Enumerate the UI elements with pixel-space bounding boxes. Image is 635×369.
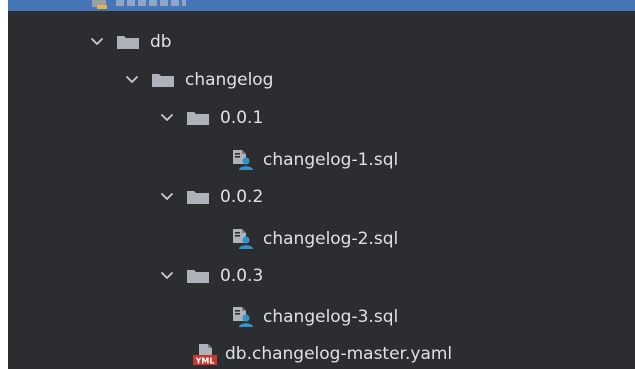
tree-node-label: changelog [185, 70, 274, 90]
partial-folder-icon [92, 0, 107, 9]
folder-icon [187, 191, 209, 204]
tree-node-0-0-2[interactable]: 0.0.2 [158, 182, 263, 212]
tree-node-changelog-1-sql[interactable]: changelog-1.sql [231, 145, 398, 175]
sql-file-icon [233, 229, 253, 249]
folder-icon [187, 270, 209, 283]
chevron-down-icon[interactable] [123, 71, 141, 89]
tree-node-changelog[interactable]: changelog [123, 65, 273, 95]
tree-node-0-0-1[interactable]: 0.0.1 [158, 103, 263, 133]
tree-node-changelog-master-yaml[interactable]: YML db.changelog-master.yaml [193, 339, 452, 369]
tree-node-label: changelog-2.sql [263, 229, 399, 249]
tree-node-label: 0.0.3 [220, 266, 264, 286]
tree-node-0-0-3[interactable]: 0.0.3 [158, 261, 263, 291]
yaml-badge-text: YML [195, 357, 215, 366]
folder-icon [187, 112, 209, 125]
tree-node-label: 0.0.1 [220, 108, 264, 128]
tree-node-changelog-3-sql[interactable]: changelog-3.sql [231, 302, 398, 332]
sql-file-icon [233, 150, 253, 170]
chevron-down-icon[interactable] [158, 188, 176, 206]
tree-node-label: changelog-3.sql [263, 307, 399, 327]
folder-icon [117, 36, 139, 49]
selected-row-strip[interactable] [8, 0, 635, 11]
yaml-file-icon: YML [193, 344, 217, 366]
tree-node-changelog-2-sql[interactable]: changelog-2.sql [231, 224, 398, 254]
tree-node-label: changelog-1.sql [263, 150, 399, 170]
sql-file-icon [233, 307, 253, 327]
project-tree-panel: db changelog 0.0.1 changelog-1.sql 0.0.2… [8, 0, 635, 369]
tree-node-label: 0.0.2 [220, 187, 264, 207]
tree-node-label: db [150, 32, 172, 52]
partial-row-text [116, 0, 186, 6]
folder-icon [152, 74, 174, 87]
screenshot-frame: db changelog 0.0.1 changelog-1.sql 0.0.2… [0, 0, 635, 369]
chevron-down-icon[interactable] [158, 267, 176, 285]
chevron-down-icon[interactable] [158, 109, 176, 127]
tree-node-label: db.changelog-master.yaml [225, 344, 453, 364]
chevron-down-icon[interactable] [88, 33, 106, 51]
tree-node-db[interactable]: db [88, 27, 172, 57]
